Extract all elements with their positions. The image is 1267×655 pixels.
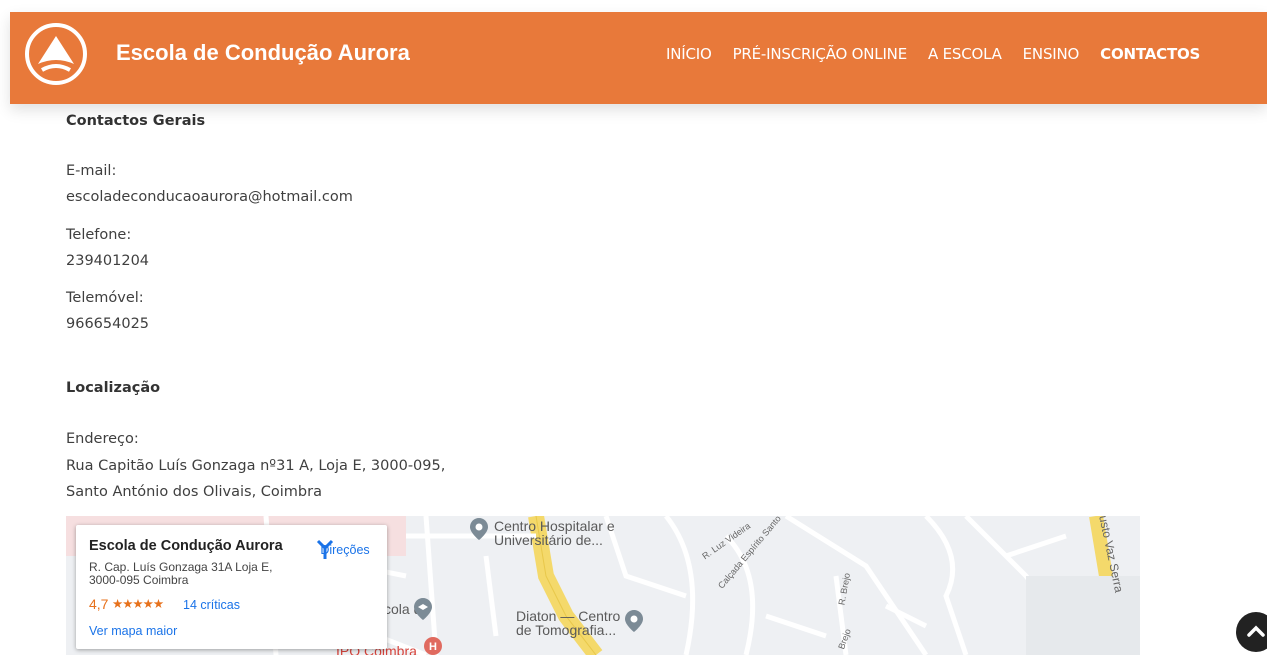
map-info-card: Escola de Condução Aurora R. Cap. Luís G…	[76, 525, 387, 649]
address-label: Endereço:	[66, 431, 139, 447]
scroll-to-top-button[interactable]	[1236, 612, 1267, 652]
contacts-heading: Contactos Gerais	[66, 113, 206, 129]
site-header: Escola de Condução Aurora INÍCIO PRÉ-INS…	[10, 12, 1267, 104]
nav-a-escola[interactable]: A ESCOLA	[928, 45, 1002, 63]
school-icon	[414, 598, 432, 620]
rating-stars-icon: ★★★★★	[112, 597, 164, 611]
map-pin-icon	[625, 610, 643, 632]
email-label: E-mail:	[66, 163, 117, 179]
location-heading: Localização	[66, 380, 161, 396]
email-value[interactable]: escoladeconducaoaurora@hotmail.com	[66, 189, 353, 205]
nav-inicio[interactable]: INÍCIO	[666, 45, 712, 63]
svg-text:H: H	[429, 641, 437, 653]
nav-contactos[interactable]: CONTACTOS	[1100, 45, 1200, 63]
map-card-title: Escola de Condução Aurora	[89, 538, 283, 554]
hospital-icon: H	[424, 637, 442, 655]
map-place-hospital[interactable]: Centro Hospitalar e Universitário de...	[494, 519, 624, 547]
address-line-1: Rua Capitão Luís Gonzaga nº31 A, Loja E,…	[66, 458, 446, 474]
map-card-rating: 4,7	[89, 596, 109, 612]
embedded-map[interactable]: Centro Hospitalar e Universitário de... …	[66, 516, 1140, 655]
main-nav: INÍCIO PRÉ-INSCRIÇÃO ONLINE A ESCOLA ENS…	[666, 45, 1200, 63]
map-card-address: R. Cap. Luís Gonzaga 31A Loja E, 3000-09…	[89, 560, 273, 587]
nav-pre-inscricao[interactable]: PRÉ-INSCRIÇÃO ONLINE	[733, 45, 908, 63]
map-card-reviews-link[interactable]: 14 críticas	[183, 598, 240, 612]
nav-ensino[interactable]: ENSINO	[1023, 45, 1080, 63]
mobile-value[interactable]: 966654025	[66, 316, 149, 332]
view-larger-map-link[interactable]: Ver mapa maior	[89, 624, 177, 638]
map-place-diaton[interactable]: Diaton — Centro de Tomografia...	[516, 609, 626, 637]
directions-button[interactable]: Direções	[316, 539, 374, 559]
brand-name[interactable]: Escola de Condução Aurora	[116, 40, 410, 66]
mobile-label: Telemóvel:	[66, 290, 144, 306]
directions-icon	[316, 539, 334, 559]
map-pin-icon	[470, 518, 488, 540]
phone-label: Telefone:	[66, 227, 132, 243]
address-line-2: Santo António dos Olivais, Coimbra	[66, 484, 322, 500]
logo-icon[interactable]	[24, 22, 88, 86]
chevron-up-icon	[1247, 625, 1265, 637]
phone-value[interactable]: 239401204	[66, 253, 149, 269]
